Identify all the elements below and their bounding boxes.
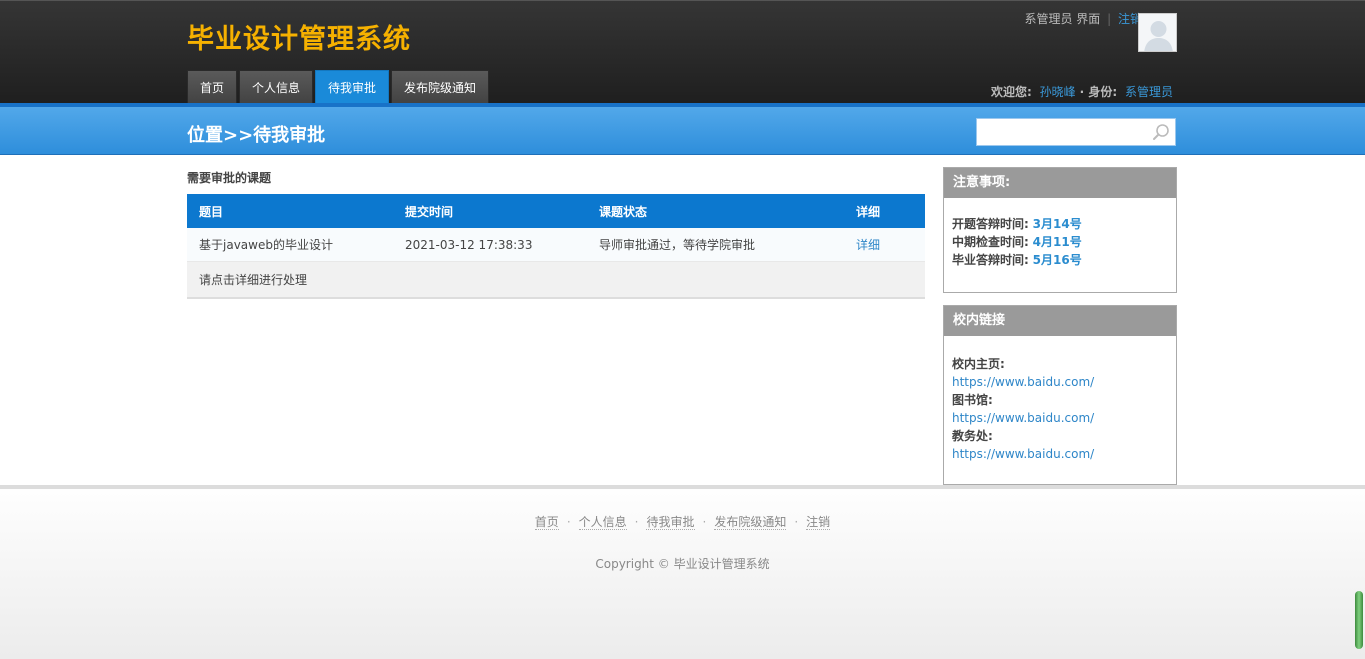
approval-table: 题目 提交时间 课题状态 详细 基于javaweb的毕业设计 2021-03-1… [187,194,925,299]
section-title: 需要审批的课题 [187,171,272,185]
table-header: 题目 提交时间 课题状态 详细 [187,194,925,228]
top-links: 系管理员 界面 | 注销 [1024,10,1142,27]
notice-item: 开题答辩时间: 3月14号 [952,215,1168,233]
notice-panel-title: 注意事项: [944,168,1176,198]
link-label: 校内主页: [952,357,1005,371]
footer-link-logout[interactable]: 注销 [806,515,831,530]
main-nav: 首页 个人信息 待我审批 发布院级通知 [187,70,490,104]
notice-value: 5月16号 [1032,253,1082,267]
notice-label: 中期检查时间: [952,235,1029,249]
table-note: 请点击详细进行处理 [199,273,308,287]
library-link[interactable]: https://www.baidu.com/ [952,411,1094,425]
cell-submit-time: 2021-03-12 17:38:33 [405,237,533,252]
search-box [976,118,1176,146]
cell-status: 导师审批通过，等待学院审批 [599,238,756,252]
table-note-row: 请点击详细进行处理 [187,262,925,297]
academic-affairs-link[interactable]: https://www.baidu.com/ [952,447,1094,461]
identity-label: · 身份: [1079,85,1118,99]
user-avatar-icon [1139,14,1176,51]
column-header-status: 课题状态 [599,204,648,219]
role-text: 系管理员 界面 [1024,12,1101,26]
campus-links-body: 校内主页: https://www.baidu.com/ 图书馆: https:… [944,336,1176,475]
search-icon[interactable] [1152,123,1170,141]
footer-link-pending-approval[interactable]: 待我审批 [646,515,695,530]
site-title: 毕业设计管理系统 [187,24,411,55]
notice-panel: 注意事项: 开题答辩时间: 3月14号 中期检查时间: 4月11号 毕业答辩时间… [943,167,1177,293]
divider: | [1107,12,1112,26]
notice-value: 3月14号 [1032,217,1082,231]
footer-link-publish-notice[interactable]: 发布院级通知 [714,515,787,530]
copyright: Copyright © 毕业设计管理系统 [595,557,770,571]
location-bar: 位置>>待我审批 [0,103,1365,155]
notice-value: 4月11号 [1032,235,1082,249]
user-name-link[interactable]: 孙晓峰 [1040,85,1076,99]
nav-tab-publish-notice[interactable]: 发布院级通知 [391,70,490,104]
campus-links-title: 校内链接 [944,306,1176,336]
search-input[interactable] [977,119,1147,145]
notice-label: 开题答辩时间: [952,217,1029,231]
campus-links-panel: 校内链接 校内主页: https://www.baidu.com/ 图书馆: h… [943,305,1177,485]
nav-tab-pending-approval[interactable]: 待我审批 [315,70,390,104]
footer: 首页 · 个人信息 · 待我审批 · 发布院级通知 · 注销 Copyright © 毕业设计管… [0,485,1365,659]
column-header-submit-time: 提交时间 [405,204,454,219]
table-row: 基于javaweb的毕业设计 2021-03-12 17:38:33 导师审批通… [187,228,925,262]
footer-links: 首页 · 个人信息 · 待我审批 · 发布院级通知 · 注销 [534,515,831,530]
nav-tab-profile[interactable]: 个人信息 [239,70,314,104]
welcome-info: 欢迎您: 孙晓峰 · 身份: 系管理员 [991,83,1177,100]
header: 毕业设计管理系统 系管理员 界面 | 注销 首页 个人信息 待我审批 发布院级通… [0,0,1365,104]
notice-item: 中期检查时间: 4月11号 [952,233,1168,251]
breadcrumb: 位置>>待我审批 [187,125,326,146]
footer-link-profile[interactable]: 个人信息 [578,515,627,530]
notice-item: 毕业答辩时间: 5月16号 [952,251,1168,269]
notice-label: 毕业答辩时间: [952,253,1029,267]
column-header-title: 题目 [199,204,224,219]
welcome-label: 欢迎您: [990,85,1032,99]
scrollbar-thumb[interactable] [1355,591,1363,649]
notice-panel-body: 开题答辩时间: 3月14号 中期检查时间: 4月11号 毕业答辩时间: 5月16… [944,198,1176,281]
cell-title: 基于javaweb的毕业设计 [199,238,333,252]
footer-link-home[interactable]: 首页 [534,515,559,530]
avatar[interactable] [1138,13,1177,52]
link-label: 教务处: [952,429,993,443]
column-header-detail: 详细 [856,204,881,219]
identity-link[interactable]: 系管理员 [1125,85,1173,99]
campus-home-link[interactable]: https://www.baidu.com/ [952,375,1094,389]
link-label: 图书馆: [952,393,993,407]
nav-tab-home[interactable]: 首页 [187,70,238,104]
detail-link[interactable]: 详细 [856,238,880,252]
